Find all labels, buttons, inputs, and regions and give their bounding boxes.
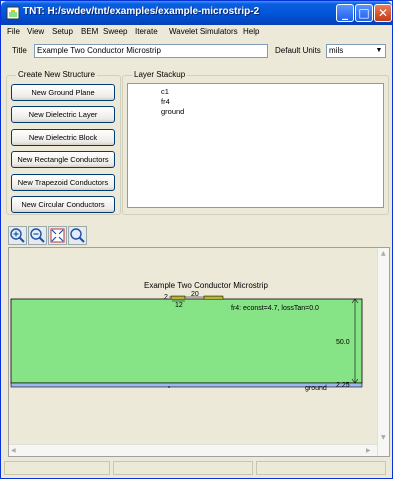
units-select-value: mils — [329, 46, 344, 55]
zoom-fit-icon[interactable] — [48, 226, 67, 245]
title-bar[interactable]: TNT: H:/swdev/tnt/examples/example-micro… — [1, 1, 392, 25]
new-dielectric-layer-button[interactable]: New Dielectric Layer — [11, 106, 115, 123]
menu-bar: File View Setup BEM Sweep Iterate Wavele… — [1, 25, 392, 38]
zoom-out-icon[interactable] — [28, 226, 47, 245]
minimize-button[interactable]: _ — [336, 4, 354, 22]
title-label: Title — [12, 46, 27, 55]
zoom-in-icon[interactable] — [8, 226, 27, 245]
menu-wavelet-simulators[interactable]: Wavelet Simulators — [169, 25, 238, 38]
layer-item-fr4[interactable]: fr4 — [161, 97, 170, 107]
conductor-gap-label: 12 — [175, 302, 183, 309]
diagram-title: Example Two Conductor Microstrip — [144, 281, 268, 290]
vertical-scrollbar[interactable]: ▲ ▼ — [377, 248, 389, 456]
conductor-edge-label: 2 — [164, 294, 168, 301]
status-pane-3 — [256, 461, 386, 475]
dielectric-label: fr4: econst=4.7, lossTan=0.0 — [231, 305, 319, 312]
status-pane-1 — [4, 461, 110, 475]
menu-sweep[interactable]: Sweep — [103, 25, 127, 38]
new-trapezoid-conductors-button[interactable]: New Trapezoid Conductors — [11, 174, 115, 191]
default-units-label: Default Units — [275, 46, 321, 55]
scroll-right-icon[interactable]: ▶ — [366, 447, 371, 454]
conductor-width-label: 20 — [191, 291, 199, 298]
menu-file[interactable]: File — [7, 25, 20, 38]
new-circular-conductors-button[interactable]: New Circular Conductors — [11, 196, 115, 213]
layer-item-ground[interactable]: ground — [161, 107, 184, 117]
zoom-reset-icon[interactable] — [68, 226, 87, 245]
conductor-left[interactable] — [170, 295, 186, 300]
menu-setup[interactable]: Setup — [52, 25, 73, 38]
title-input[interactable]: Example Two Conductor Microstrip — [34, 44, 268, 58]
menu-bem[interactable]: BEM — [81, 25, 98, 38]
close-button[interactable]: ✕ — [374, 4, 392, 22]
main-window: TNT: H:/swdev/tnt/examples/example-micro… — [0, 0, 393, 479]
scroll-down-icon[interactable]: ▼ — [381, 434, 386, 441]
units-select[interactable]: mils ▼ — [326, 44, 386, 58]
horizontal-scrollbar[interactable]: ◀ ▶ — [9, 444, 377, 456]
maximize-button[interactable]: □ — [355, 4, 373, 22]
dielectric-thickness-label: 50.0 — [336, 339, 350, 346]
chevron-down-icon[interactable]: ▼ — [373, 45, 385, 57]
layer-stackup-list[interactable]: c1 fr4 ground — [127, 83, 384, 208]
layer-stackup-label: Layer Stackup — [132, 70, 188, 79]
status-pane-2 — [113, 461, 253, 475]
scroll-left-icon[interactable]: ◀ — [11, 447, 16, 454]
status-bar — [1, 459, 392, 477]
new-rectangle-conductors-button[interactable]: New Rectangle Conductors — [11, 151, 115, 168]
new-dielectric-block-button[interactable]: New Dielectric Block — [11, 129, 115, 146]
cross-section-diagram: Example Two Conductor Microstrip 2 20 12… — [10, 281, 363, 392]
menu-iterate[interactable]: Iterate — [135, 25, 158, 38]
structure-canvas[interactable]: Example Two Conductor Microstrip 2 20 12… — [8, 247, 390, 457]
scroll-up-icon[interactable]: ▲ — [381, 250, 386, 257]
ground-thickness-label: 2.25 — [336, 382, 350, 389]
create-structure-label: Create New Structure — [16, 70, 97, 79]
ground-label: ground — [305, 385, 327, 392]
new-ground-plane-button[interactable]: New Ground Plane — [11, 84, 115, 101]
conductor-right[interactable] — [203, 295, 224, 300]
menu-help[interactable]: Help — [243, 25, 259, 38]
window-title: TNT: H:/swdev/tnt/examples/example-micro… — [23, 6, 260, 17]
app-icon — [6, 6, 20, 20]
layer-item-c1[interactable]: c1 — [161, 87, 169, 97]
menu-view[interactable]: View — [27, 25, 44, 38]
